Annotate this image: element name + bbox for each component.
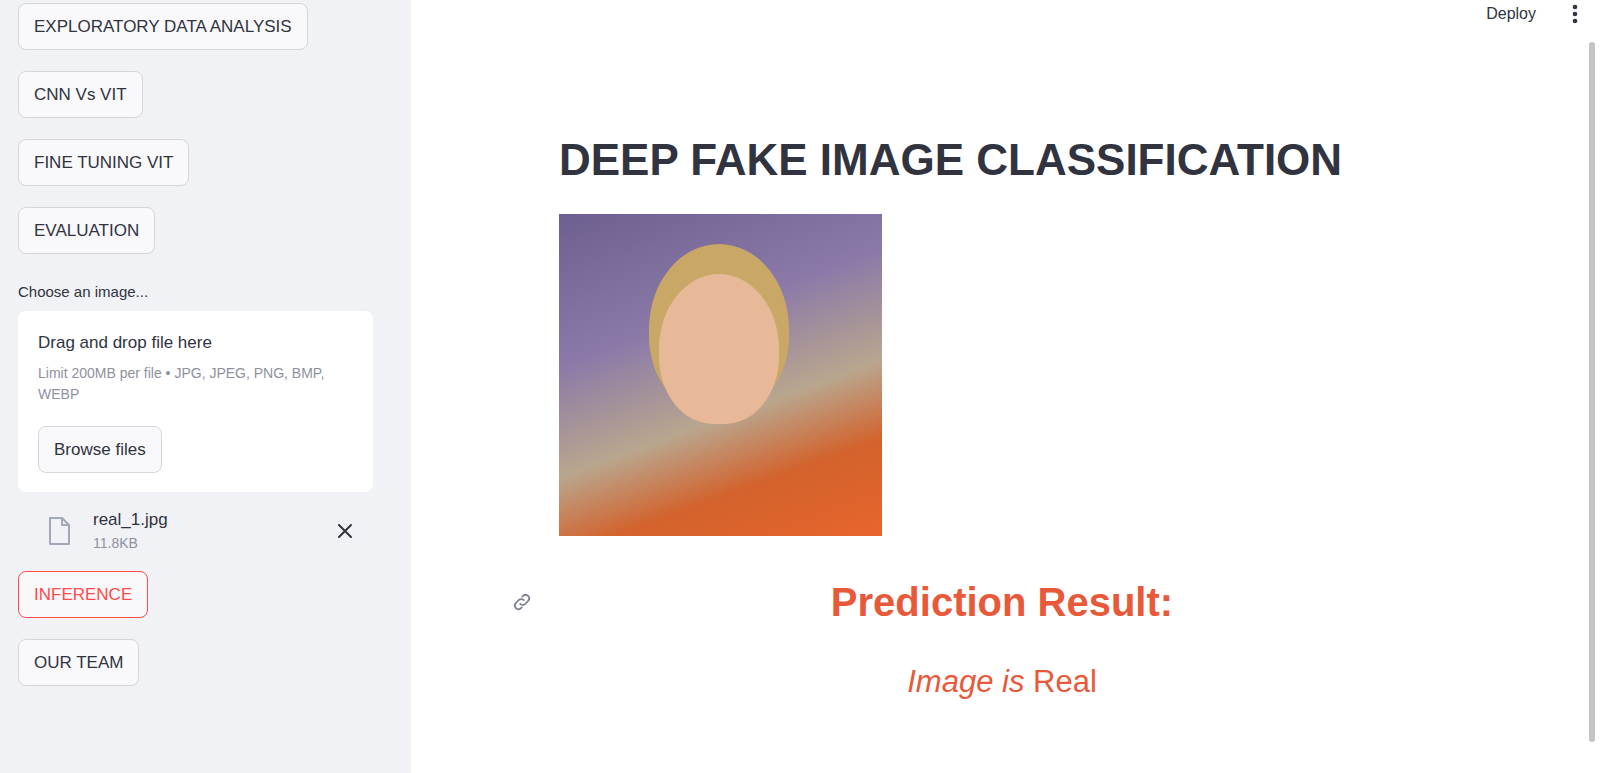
uploaded-image — [559, 214, 882, 536]
photo-subject — [659, 274, 779, 424]
result-heading-row: Prediction Result: — [559, 576, 1445, 628]
top-bar: Deploy — [411, 0, 1600, 25]
file-icon — [48, 517, 70, 545]
nav-button[interactable]: INFERENCE — [18, 571, 148, 618]
nav-button[interactable]: EXPLORATORY DATA ANALYSIS — [18, 3, 308, 50]
more-menu-icon[interactable] — [1572, 4, 1578, 24]
content: DEEP FAKE IMAGE CLASSIFICATION Prediction… — [411, 25, 1600, 742]
remove-file-button[interactable] — [333, 519, 357, 543]
page-title: DEEP FAKE IMAGE CLASSIFICATION — [559, 134, 1342, 187]
file-uploader: Choose an image...Drag and drop file her… — [18, 274, 373, 551]
deploy-button[interactable]: Deploy — [1486, 5, 1536, 23]
nav-top: EXPLORATORY DATA ANALYSIS CNN Vs VIT FINE … — [18, 3, 373, 254]
result-heading: Prediction Result: — [559, 576, 1445, 628]
sidebar: EXPLORATORY DATA ANALYSIS CNN Vs VIT FINE … — [0, 0, 411, 773]
main-area: Deploy DEEP FAKE IMAGE CLASSIFICATION Pred… — [411, 0, 1600, 773]
nav-button[interactable]: EVALUATION — [18, 207, 155, 254]
limit-text: Limit 200MB per file • JPG, JPEG, PNG, B… — [38, 363, 353, 405]
scrollbar[interactable] — [1589, 42, 1595, 742]
dropzone[interactable]: Drag and drop file here Limit 200MB per f… — [18, 311, 373, 492]
result-value: Real — [1033, 664, 1097, 699]
result-text: Image is Real — [559, 662, 1445, 702]
nav-bottom: INFERENCE OUR TEAM — [18, 571, 373, 686]
link-icon[interactable] — [511, 591, 533, 613]
nav-button[interactable]: FINE TUNING VIT — [18, 139, 189, 186]
file-info: real_1.jpg 11.8KB — [93, 510, 333, 551]
file-name: real_1.jpg — [93, 510, 333, 530]
result-prefix: Image is — [907, 664, 1024, 699]
close-icon — [337, 523, 353, 539]
uploaded-file: real_1.jpg 11.8KB — [18, 492, 373, 551]
browse-button[interactable]: Browse files — [38, 426, 162, 473]
nav-button[interactable]: OUR TEAM — [18, 639, 139, 686]
file-size: 11.8KB — [93, 535, 333, 551]
drop-text: Drag and drop file here — [38, 333, 212, 353]
nav-button[interactable]: CNN Vs VIT — [18, 71, 143, 118]
app: EXPLORATORY DATA ANALYSIS CNN Vs VIT FINE … — [0, 0, 1600, 773]
uploader-label: Choose an image... — [18, 274, 373, 311]
